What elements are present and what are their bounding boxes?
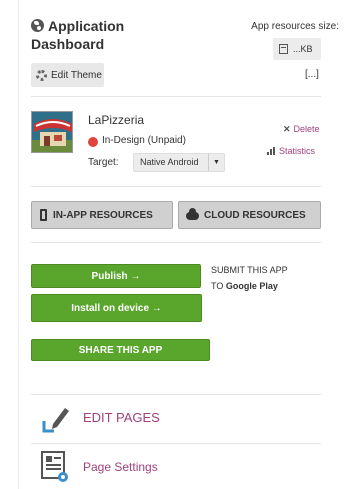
resources-size-value: ...KB (293, 44, 313, 54)
divider (31, 242, 321, 243)
target-value: Native Android (140, 157, 199, 167)
statistics-link[interactable]: Statistics (267, 146, 315, 156)
in-app-resources-label: IN-APP RESOURCES (53, 209, 153, 221)
resources-size-label: App resources size: (251, 21, 339, 32)
edit-pages-icon (41, 403, 71, 433)
target-label: Target: (88, 157, 119, 168)
target-select[interactable]: Native Android ▼ (133, 153, 225, 172)
document-gear-icon (41, 451, 68, 482)
submit-app-text: SUBMIT THIS APP TO Google Play (211, 262, 288, 294)
cloud-icon (186, 208, 199, 220)
cloud-resources-label: CLOUD RESOURCES (204, 209, 306, 221)
more-link[interactable]: [...] (305, 69, 319, 80)
divider (31, 394, 321, 395)
page-title: Application Dashboard (31, 18, 125, 52)
divider (31, 186, 321, 187)
submit-prefix: TO (211, 281, 224, 291)
bar-chart-icon (267, 147, 276, 155)
phone-icon (40, 209, 47, 221)
status-dot-icon (88, 137, 98, 147)
in-app-resources-button[interactable]: IN-APP RESOURCES (31, 201, 173, 229)
gear-icon (36, 69, 47, 81)
page-settings-link[interactable]: Page Settings (83, 460, 158, 474)
app-thumbnail (31, 111, 73, 153)
store-name: Google Play (225, 281, 278, 291)
pencil-icon (42, 408, 69, 433)
submit-line-2: TO Google Play (211, 278, 288, 294)
edit-theme-label: Edit Theme (51, 69, 102, 81)
install-on-device-button[interactable]: Install on device → (31, 294, 202, 322)
statistics-label: Statistics (279, 146, 316, 156)
divider (31, 96, 321, 97)
edit-pages-link[interactable]: EDIT PAGES (83, 410, 160, 425)
app-status: In-Design (Unpaid) (102, 135, 186, 146)
chevron-down-icon: ▼ (208, 154, 224, 171)
submit-line-1: SUBMIT THIS APP (211, 265, 288, 275)
cloud-resources-button[interactable]: CLOUD RESOURCES (178, 201, 321, 229)
publish-button[interactable]: Publish → (31, 264, 201, 288)
dashboard-panel: Application Dashboard Edit Theme App res… (18, 0, 349, 489)
resources-size-box[interactable]: ...KB (273, 38, 321, 60)
share-app-button[interactable]: SHARE THIS APP (31, 339, 210, 361)
window-icon (279, 44, 288, 54)
delete-link[interactable]: ✕ Delete (283, 124, 320, 135)
pizzeria-logo-icon (32, 112, 72, 152)
delete-label: Delete (293, 124, 320, 134)
page-settings-icon (41, 451, 69, 483)
edit-theme-button[interactable]: Edit Theme (31, 63, 104, 87)
divider (31, 443, 321, 444)
close-icon: ✕ (283, 124, 291, 134)
app-name: LaPizzeria (88, 113, 145, 127)
